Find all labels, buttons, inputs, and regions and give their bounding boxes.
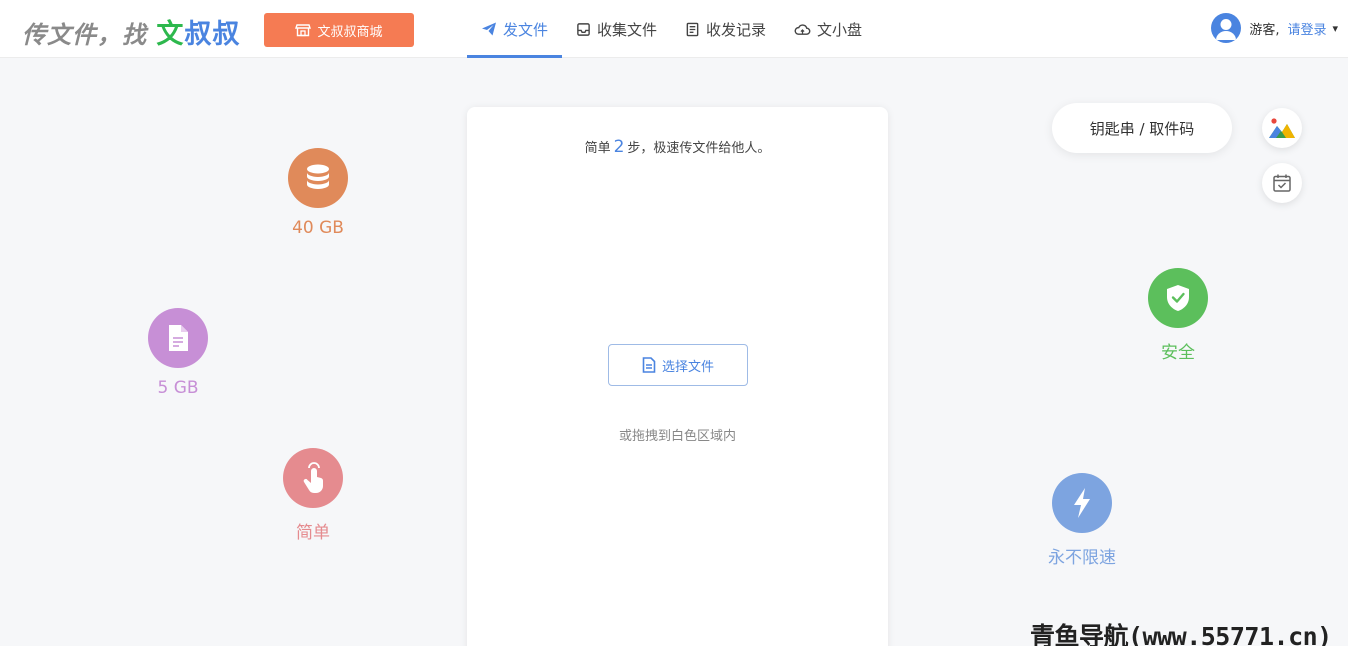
nav-records[interactable]: 收发记录 xyxy=(671,0,780,58)
login-link[interactable]: 请登录 xyxy=(1287,19,1326,38)
nav-records-label: 收发记录 xyxy=(706,20,767,39)
shop-icon xyxy=(295,24,312,37)
shop-button[interactable]: 文叔叔商城 xyxy=(264,13,414,47)
feature-simple: 简单 xyxy=(253,448,373,543)
secure-label: 安全 xyxy=(1161,343,1195,363)
watermark-text: 青鱼导航(www.55771.cn) xyxy=(1030,622,1332,646)
inbox-icon xyxy=(577,22,590,36)
simple-circle xyxy=(283,448,343,508)
simple-label: 简单 xyxy=(296,523,330,543)
user-icon xyxy=(1216,19,1237,40)
image-icon xyxy=(1269,118,1295,138)
feature-filesize: 5 GB xyxy=(118,308,238,398)
main-nav: 发文件 收集文件 收发记录 文小盘 xyxy=(467,0,876,58)
drag-hint: 或拖拽到白色区域内 xyxy=(618,429,736,444)
feature-speed: 永不限速 xyxy=(1022,473,1142,568)
cloud-icon xyxy=(794,23,811,35)
logo-text-part2: 文 xyxy=(156,19,185,50)
record-icon xyxy=(686,22,699,36)
steps-hint: 简单 2 步，极速传文件给他人。 xyxy=(467,137,888,157)
bolt-icon xyxy=(1074,488,1090,518)
database-icon xyxy=(307,164,329,189)
nav-collect-files-label: 收集文件 xyxy=(597,20,658,39)
chevron-down-icon[interactable]: ▾ xyxy=(1332,22,1338,35)
pickup-code-label: 钥匙串 / 取件码 xyxy=(1089,119,1195,138)
steps-hint-suffix: 步，极速传文件给他人。 xyxy=(627,141,771,156)
file-icon xyxy=(169,325,188,351)
filesize-label: 5 GB xyxy=(157,378,199,398)
storage-label: 40 GB xyxy=(292,218,344,238)
paper-plane-icon xyxy=(482,22,496,36)
wallpaper-button[interactable] xyxy=(1262,108,1302,148)
storage-circle xyxy=(288,148,348,208)
feature-storage: 40 GB xyxy=(258,148,378,238)
tap-icon xyxy=(303,462,324,493)
nav-disk[interactable]: 文小盘 xyxy=(780,0,876,58)
choose-file-label: 选择文件 xyxy=(661,359,714,375)
logo[interactable]: 传文件，找 文叔叔 xyxy=(22,12,240,51)
speed-label: 永不限速 xyxy=(1048,548,1116,568)
pickup-code-button[interactable]: 钥匙串 / 取件码 xyxy=(1052,103,1232,153)
steps-hint-prefix: 简单 xyxy=(584,141,611,156)
calendar-button[interactable] xyxy=(1262,163,1302,203)
logo-text-part1: 传文件，找 xyxy=(22,21,157,49)
calendar-check-icon xyxy=(1273,174,1291,192)
upload-card[interactable]: 简单 2 步，极速传文件给他人。 选择文件 或拖拽到白色区域内 xyxy=(467,107,888,646)
file-icon xyxy=(642,357,656,373)
secure-circle xyxy=(1148,268,1208,328)
guest-label: 游客, xyxy=(1249,22,1280,38)
avatar[interactable] xyxy=(1211,13,1242,43)
user-area: 游客, 请登录 ▾ xyxy=(1211,12,1338,44)
feature-secure: 安全 xyxy=(1118,268,1238,363)
top-header: 传文件，找 文叔叔 文叔叔商城 发文件 收集文件 收发记录 文小盘 游客, 请登… xyxy=(0,0,1348,58)
steps-hint-number: 2 xyxy=(613,137,625,157)
nav-collect-files[interactable]: 收集文件 xyxy=(562,0,671,58)
nav-disk-label: 文小盘 xyxy=(817,20,863,39)
nav-send-file-label: 发文件 xyxy=(503,20,549,39)
logo-text-part3: 叔叔 xyxy=(184,19,241,50)
shield-check-icon xyxy=(1167,285,1189,311)
choose-file-button[interactable]: 选择文件 xyxy=(608,344,748,386)
filesize-circle xyxy=(148,308,208,368)
shop-button-label: 文叔叔商城 xyxy=(317,24,383,40)
nav-send-file[interactable]: 发文件 xyxy=(467,0,563,58)
speed-circle xyxy=(1052,473,1112,533)
